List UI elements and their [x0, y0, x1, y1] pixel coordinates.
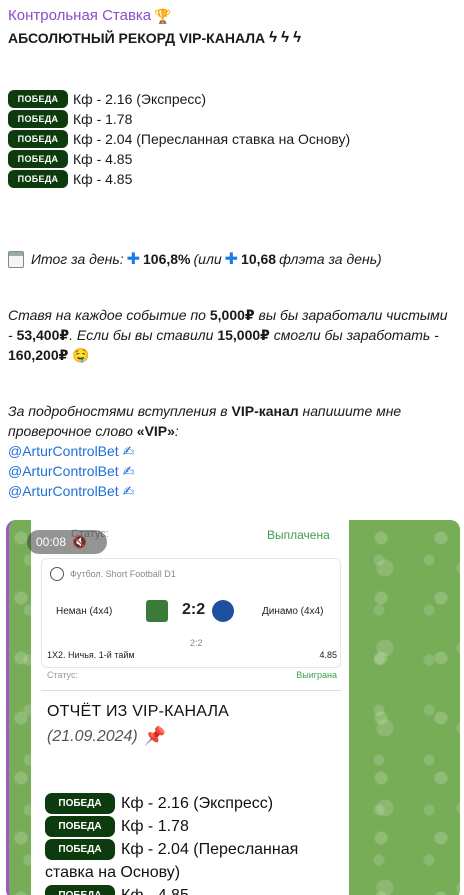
lightning-icon: ϟ — [269, 29, 278, 46]
result-row: ПОБЕДА Кф - 2.04 (Пересланная ставка на … — [8, 129, 456, 149]
report-text-wrap: ставка на Основу) — [45, 864, 181, 881]
result-row: ПОБЕДА Кф - 4.85 — [8, 149, 456, 169]
message-headline: АБСОЛЮТНЫЙ РЕКОРД VIP-КАНАЛА ϟ ϟ ϟ — [8, 27, 456, 49]
video-attachment[interactable]: Статус: Выплачена Футбол. Short Football… — [6, 520, 460, 895]
report-row: ПОБЕДА Кф - 4.85 — [45, 884, 345, 895]
report-text: Кф - 2.04 (Пересланная — [121, 840, 299, 858]
bet-status-value: Выиграна — [296, 670, 337, 680]
headline-text: АБСОЛЮТНЫЙ РЕКОРД VIP-КАНАЛА — [8, 30, 266, 46]
away-team: Динамо (4x4) — [262, 606, 324, 617]
report-text: Кф - 1.78 — [121, 817, 189, 835]
writing-hand-icon: ✍ — [122, 443, 135, 459]
drooling-face-icon: 🤤 — [72, 347, 90, 363]
link-text[interactable]: @ArturControlBet — [8, 443, 119, 459]
info-text: За подробностями вступления в — [8, 403, 232, 419]
match-score: 2:2 — [182, 601, 206, 618]
calendar-icon — [8, 250, 24, 268]
paid-status: Выплачена — [267, 528, 330, 542]
home-team-logo — [146, 600, 168, 622]
contact-link[interactable]: @ArturControlBet ✍ — [8, 441, 456, 461]
report-row: ПОБЕДА Кф - 2.16 (Экспресс) — [45, 792, 345, 815]
results-list: ПОБЕДА Кф - 2.16 (Экспресс) ПОБЕДА Кф - … — [8, 89, 456, 189]
league-row: Футбол. Short Football D1 — [50, 567, 176, 581]
timer-text: 00:08 — [36, 535, 67, 549]
result-text: Кф - 2.16 (Экспресс) — [73, 91, 207, 107]
channel-message: Контрольная Ставка 🏆 АБСОЛЮТНЫЙ РЕКОРД V… — [0, 0, 464, 501]
calc-text: Ставя на каждое событие по — [8, 307, 210, 323]
win-badge: ПОБЕДА — [8, 90, 68, 108]
win-badge: ПОБЕДА — [45, 839, 115, 860]
win-badge: ПОБЕДА — [8, 170, 68, 188]
result-text: Кф - 1.78 — [73, 111, 133, 127]
sender-name[interactable]: Контрольная Ставка — [8, 6, 151, 26]
report-text: Кф - 4.85 — [121, 886, 189, 895]
message-sender[interactable]: Контрольная Ставка 🏆 — [8, 6, 456, 26]
win-badge: ПОБЕДА — [8, 130, 68, 148]
calc-amount: 5,000₽ — [209, 307, 255, 323]
home-team: Неман (4x4) — [56, 606, 113, 617]
report-date-row: (21.09.2024) 📌 — [47, 726, 166, 747]
summary-percent: 106,8% — [143, 251, 191, 267]
report-date: (21.09.2024) — [47, 727, 138, 745]
divider — [41, 690, 341, 691]
writing-hand-icon: ✍ — [122, 463, 135, 479]
calc-amount: 160,200₽ — [8, 347, 69, 363]
link-text[interactable]: @ArturControlBet — [8, 483, 119, 499]
calc-amount: 15,000₽ — [217, 327, 270, 343]
contact-link[interactable]: @ArturControlBet ✍ — [8, 481, 456, 501]
report-results: ПОБЕДА Кф - 2.16 (Экспресс) ПОБЕДА Кф - … — [45, 792, 345, 895]
calc-text: . Если бы вы ставили — [69, 327, 218, 343]
contact-link[interactable]: @ArturControlBet ✍ — [8, 461, 456, 481]
pushpin-icon: 📌 — [143, 726, 167, 746]
football-icon — [50, 567, 64, 581]
link-text[interactable]: @ArturControlBet — [8, 463, 119, 479]
summary-suffix: флэта за день) — [279, 251, 382, 267]
join-info: За подробностями вступления в VIP-канал … — [8, 401, 456, 501]
report-text: Кф - 2.16 (Экспресс) — [121, 794, 274, 812]
summary-prefix: Итог за день: — [31, 251, 124, 267]
away-team-logo — [212, 600, 234, 622]
result-row: ПОБЕДА Кф - 1.78 — [8, 109, 456, 129]
win-badge: ПОБЕДА — [8, 150, 68, 168]
win-badge: ПОБЕДА — [45, 816, 115, 837]
win-badge: ПОБЕДА — [8, 110, 68, 128]
win-badge: ПОБЕДА — [45, 885, 115, 895]
result-row: ПОБЕДА Кф - 4.85 — [8, 169, 456, 189]
summary-middle: (или — [193, 251, 222, 267]
calc-amount: 53,400₽ — [16, 327, 70, 343]
summary-units: 10,68 — [241, 251, 277, 267]
plus-icon: ✚ — [224, 251, 239, 268]
half-score: 2:2 — [190, 638, 203, 648]
bet-description: 1X2. Ничья. 1-й тайм — [47, 650, 135, 660]
lightning-icon: ϟ — [281, 29, 290, 46]
plus-icon: ✚ — [126, 251, 141, 268]
bet-status-label: Статус: — [47, 670, 78, 680]
result-text: Кф - 4.85 — [73, 151, 133, 167]
info-bold: VIP-канал — [231, 403, 299, 419]
bet-screenshot[interactable]: Статус: Выплачена Футбол. Short Football… — [31, 520, 349, 895]
writing-hand-icon: ✍ — [122, 483, 135, 499]
league-name: Футбол. Short Football D1 — [70, 569, 176, 579]
result-text: Кф - 4.85 — [73, 171, 133, 187]
lightning-icon: ϟ — [293, 29, 302, 46]
info-text: : — [174, 423, 179, 439]
info-bold: «VIP» — [136, 423, 175, 439]
report-row: ПОБЕДА Кф - 1.78 — [45, 815, 345, 838]
win-badge: ПОБЕДА — [45, 793, 115, 814]
report-title: ОТЧЁТ ИЗ VIP-КАНАЛА — [47, 703, 230, 720]
report-row: ПОБЕДА Кф - 2.04 (Пересланная — [45, 838, 345, 861]
calc-text: смогли бы заработать - — [269, 327, 439, 343]
bet-status-row: Статус: Выиграна — [47, 670, 337, 680]
bet-coefficient: 4.85 — [319, 650, 337, 660]
bet-row: 1X2. Ничья. 1-й тайм 4.85 — [47, 650, 337, 660]
result-row: ПОБЕДА Кф - 2.16 (Экспресс) — [8, 89, 456, 109]
mute-icon[interactable]: 🔇 — [72, 535, 87, 549]
video-timer[interactable]: 00:08 🔇 — [27, 530, 107, 554]
trophy-icon: 🏆 — [154, 8, 172, 24]
result-text: Кф - 2.04 (Пересланная ставка на Основу) — [73, 131, 351, 147]
daily-summary: Итог за день: ✚ 106,8% (или ✚ 10,68 флэт… — [8, 249, 456, 269]
earnings-calculation: Ставя на каждое событие по 5,000₽ вы бы … — [8, 305, 456, 365]
